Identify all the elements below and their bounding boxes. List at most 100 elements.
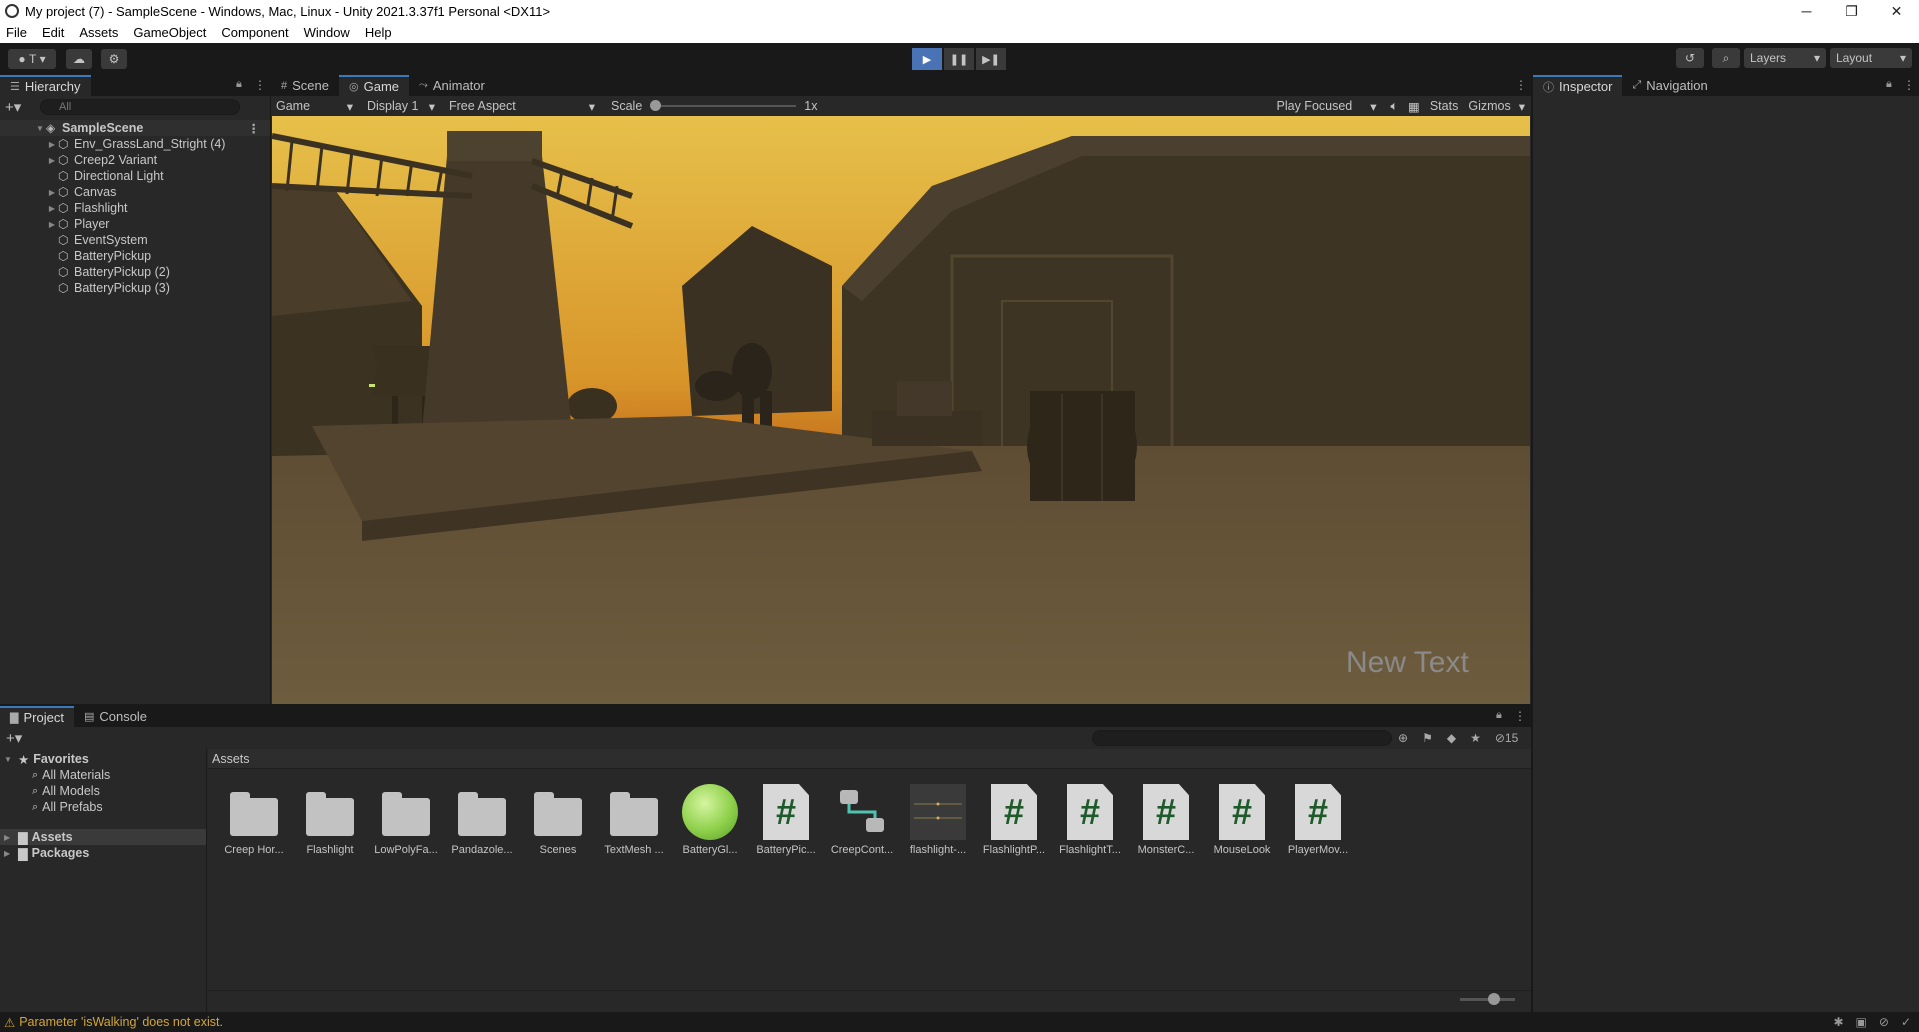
asset-item[interactable]: TextMesh ... bbox=[599, 784, 669, 856]
display-dropdown[interactable]: Display 1 ▾ bbox=[359, 99, 441, 114]
asset-item[interactable]: Flashlight bbox=[295, 784, 365, 856]
gizmos-dropdown[interactable]: Gizmos ▾ bbox=[1468, 99, 1525, 114]
asset-item[interactable]: # FlashlightP... bbox=[979, 784, 1049, 856]
mute-audio-icon[interactable]: 🔈︎ bbox=[1391, 99, 1399, 114]
folder-root-packages[interactable]: ▶ ▇ Packages bbox=[0, 845, 206, 861]
play-button[interactable]: ▶ bbox=[912, 48, 942, 70]
asset-item[interactable]: flashlight-... bbox=[903, 784, 973, 856]
lock-icon[interactable]: 🔒︎ bbox=[1886, 78, 1892, 91]
aspect-dropdown[interactable]: Free Aspect ▾ bbox=[441, 99, 601, 114]
maximize-button[interactable]: ❐ bbox=[1829, 0, 1874, 22]
asset-item[interactable]: Creep Hor... bbox=[219, 784, 289, 856]
slider-knob[interactable] bbox=[650, 100, 662, 111]
expand-arrow-icon[interactable]: ▶ bbox=[46, 204, 58, 213]
favorite-star-icon[interactable]: ★ bbox=[1470, 731, 1481, 745]
menu-edit[interactable]: Edit bbox=[42, 25, 64, 40]
hierarchy-item[interactable]: ▶ ⬡ Player bbox=[0, 216, 270, 232]
add-button[interactable]: +▾ bbox=[5, 98, 21, 116]
asset-item[interactable]: Pandazole... bbox=[447, 784, 517, 856]
more-options-icon[interactable]: ⋮ bbox=[1515, 78, 1527, 92]
tab-inspector[interactable]: ⓘ Inspector bbox=[1533, 75, 1623, 96]
menu-file[interactable]: File bbox=[6, 25, 27, 40]
account-dropdown[interactable]: ● T ▾ bbox=[8, 49, 56, 69]
menu-component[interactable]: Component bbox=[221, 25, 288, 40]
hierarchy-item[interactable]: ⬡ BatteryPickup (3) bbox=[0, 280, 270, 296]
tab-navigation[interactable]: ⤢ Navigation bbox=[1622, 75, 1717, 96]
hierarchy-item[interactable]: ⬡ BatteryPickup (2) bbox=[0, 264, 270, 280]
hidden-packages-toggle[interactable]: ⊘15 bbox=[1495, 731, 1518, 745]
undo-history-button[interactable]: ↺ bbox=[1676, 48, 1704, 68]
slider-knob[interactable] bbox=[1488, 993, 1500, 1005]
hierarchy-item[interactable]: ▶ ⬡ Canvas bbox=[0, 184, 270, 200]
menu-assets[interactable]: Assets bbox=[79, 25, 118, 40]
expand-arrow-icon[interactable]: ▶ bbox=[46, 188, 58, 197]
menu-window[interactable]: Window bbox=[304, 25, 350, 40]
auto-refresh-icon[interactable]: ⊘ bbox=[1879, 1015, 1889, 1029]
stats-button[interactable]: Stats bbox=[1430, 99, 1459, 113]
tab-scene[interactable]: # Scene bbox=[271, 75, 339, 96]
asset-item[interactable]: # MouseLook bbox=[1207, 784, 1277, 856]
tab-project[interactable]: ▇ Project bbox=[0, 706, 74, 727]
hierarchy-item[interactable]: ⬡ BatteryPickup bbox=[0, 248, 270, 264]
hierarchy-item[interactable]: ⬡ Directional Light bbox=[0, 168, 270, 184]
more-options-icon[interactable]: ⋮ bbox=[1514, 709, 1526, 723]
menu-help[interactable]: Help bbox=[365, 25, 392, 40]
favorite-item[interactable]: ⌕ All Models bbox=[0, 783, 206, 799]
mode-dropdown[interactable]: Game ▾ bbox=[271, 99, 359, 114]
tab-game[interactable]: ◎ Game bbox=[339, 75, 410, 96]
more-options-icon[interactable]: ⋮ bbox=[254, 78, 266, 92]
search-by-type-icon[interactable]: ⊕ bbox=[1398, 731, 1408, 745]
close-button[interactable]: ✕ bbox=[1874, 0, 1919, 22]
hierarchy-item[interactable]: ▶ ⬡ Env_GrassLand_Stright (4) bbox=[0, 136, 270, 152]
expand-arrow-icon[interactable]: ▶ bbox=[46, 156, 58, 165]
favorites-header[interactable]: ▼ ★ Favorites bbox=[0, 751, 206, 767]
asset-item[interactable]: Scenes bbox=[523, 784, 593, 856]
step-button[interactable]: ▶❚ bbox=[976, 48, 1006, 70]
search-button[interactable]: ⌕ bbox=[1712, 48, 1740, 68]
asset-item[interactable]: # FlashlightT... bbox=[1055, 784, 1125, 856]
asset-item[interactable]: CreepCont... bbox=[827, 784, 897, 856]
project-search-input[interactable] bbox=[1092, 730, 1392, 746]
add-asset-button[interactable]: +▾ bbox=[6, 729, 22, 747]
search-by-label-icon[interactable]: ⚑ bbox=[1422, 731, 1433, 745]
expand-arrow-icon[interactable]: ▶ bbox=[4, 849, 18, 858]
lock-icon[interactable]: 🔒︎ bbox=[1496, 709, 1502, 722]
favorite-item[interactable]: ⌕ All Materials bbox=[0, 767, 206, 783]
vsync-icon[interactable]: ▦ bbox=[1408, 99, 1420, 114]
scale-slider[interactable] bbox=[650, 99, 797, 113]
hierarchy-item[interactable]: ⬡ EventSystem bbox=[0, 232, 270, 248]
asset-item[interactable]: # PlayerMov... bbox=[1283, 784, 1353, 856]
game-render-viewport[interactable]: New Text bbox=[272, 116, 1530, 704]
asset-item[interactable]: LowPolyFa... bbox=[371, 784, 441, 856]
hierarchy-item[interactable]: ▶ ⬡ Flashlight bbox=[0, 200, 270, 216]
bug-icon[interactable]: ✱ bbox=[1833, 1015, 1843, 1029]
expand-arrow-icon[interactable]: ▶ bbox=[46, 220, 58, 229]
cloud-button[interactable]: ☁ bbox=[66, 49, 92, 69]
pause-button[interactable]: ❚❚ bbox=[944, 48, 974, 70]
tab-animator[interactable]: ⤳ Animator bbox=[409, 75, 495, 96]
tag-icon[interactable]: ◆ bbox=[1447, 731, 1456, 745]
lock-icon[interactable]: 🔒︎ bbox=[236, 78, 242, 91]
asset-item[interactable]: # BatteryPic... bbox=[751, 784, 821, 856]
hierarchy-search-input[interactable]: All bbox=[40, 99, 240, 115]
folder-root-assets[interactable]: ▶ ▇ Assets bbox=[0, 829, 206, 845]
cache-icon[interactable]: ▣ bbox=[1856, 1015, 1867, 1029]
scene-row[interactable]: ▼ ◈ SampleScene ⋮ bbox=[0, 120, 270, 136]
expand-arrow-icon[interactable]: ▶ bbox=[46, 140, 58, 149]
breadcrumb[interactable]: Assets bbox=[208, 749, 1531, 769]
favorite-item[interactable]: ⌕ All Prefabs bbox=[0, 799, 206, 815]
collab-button[interactable]: ⚙ bbox=[101, 49, 127, 69]
asset-item[interactable]: BatteryGl... bbox=[675, 784, 745, 856]
menu-gameobject[interactable]: GameObject bbox=[133, 25, 206, 40]
tab-hierarchy[interactable]: ☰ Hierarchy bbox=[0, 75, 91, 96]
more-options-icon[interactable]: ⋮ bbox=[1903, 78, 1915, 92]
tab-console[interactable]: ▤ Console bbox=[74, 706, 157, 727]
asset-item[interactable]: # MonsterC... bbox=[1131, 784, 1201, 856]
check-icon[interactable]: ✓ bbox=[1901, 1015, 1911, 1029]
expand-arrow-icon[interactable]: ▼ bbox=[4, 755, 18, 764]
layout-dropdown[interactable]: Layout ▾ bbox=[1830, 48, 1912, 68]
expand-arrow-icon[interactable]: ▼ bbox=[34, 124, 46, 133]
hierarchy-item[interactable]: ▶ ⬡ Creep2 Variant bbox=[0, 152, 270, 168]
play-focused-dropdown[interactable]: Play Focused ▾ bbox=[1277, 99, 1381, 114]
status-bar[interactable]: ⚠ Parameter 'isWalking' does not exist. bbox=[0, 1012, 1919, 1032]
